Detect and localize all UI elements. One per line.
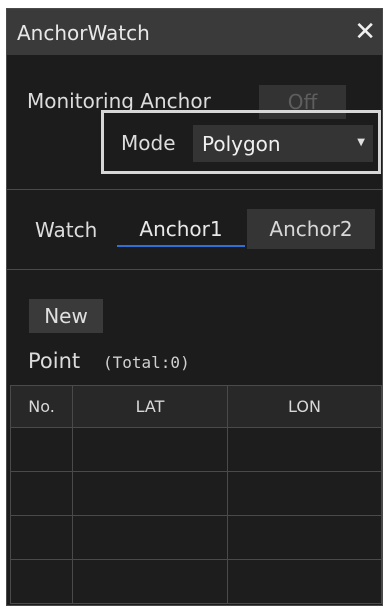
watch-label: Watch bbox=[35, 218, 98, 242]
new-point-button[interactable]: New bbox=[29, 299, 103, 333]
point-table: No. LAT LON bbox=[10, 385, 382, 604]
table-row[interactable] bbox=[10, 559, 382, 604]
table-row[interactable] bbox=[10, 515, 382, 560]
table-cell bbox=[72, 559, 228, 604]
table-cell bbox=[72, 515, 228, 560]
table-header-row: No. LAT LON bbox=[10, 385, 382, 428]
table-cell bbox=[227, 559, 382, 604]
table-cell bbox=[10, 427, 73, 472]
column-header-lon[interactable]: LON bbox=[227, 385, 382, 428]
table-row[interactable] bbox=[10, 427, 382, 472]
tab-anchor1-label: Anchor1 bbox=[139, 217, 223, 241]
point-label: Point bbox=[28, 349, 81, 373]
active-tab-indicator bbox=[117, 245, 245, 247]
point-total: (Total:0) bbox=[103, 353, 190, 372]
table-cell bbox=[227, 427, 382, 472]
mode-label: Mode bbox=[121, 131, 176, 155]
close-icon[interactable]: ✕ bbox=[354, 19, 376, 45]
column-header-no[interactable]: No. bbox=[10, 385, 73, 428]
chevron-down-icon: ▼ bbox=[357, 137, 365, 148]
tab-anchor2[interactable]: Anchor2 bbox=[247, 209, 375, 249]
table-cell bbox=[10, 471, 73, 516]
window-title: AnchorWatch bbox=[17, 21, 150, 45]
table-row[interactable] bbox=[10, 471, 382, 516]
title-bar[interactable]: AnchorWatch ✕ bbox=[7, 9, 382, 55]
mode-selected-value: Polygon bbox=[202, 132, 281, 156]
anchor-watch-panel: AnchorWatch ✕ Monitoring Anchor Off Mode… bbox=[6, 8, 383, 606]
table-cell bbox=[72, 471, 228, 516]
separator bbox=[7, 189, 382, 190]
tab-anchor1[interactable]: Anchor1 bbox=[117, 209, 245, 249]
table-cell bbox=[10, 515, 73, 560]
table-cell bbox=[10, 559, 73, 604]
column-header-lat[interactable]: LAT bbox=[72, 385, 228, 428]
table-cell bbox=[227, 515, 382, 560]
mode-select[interactable]: Polygon ▼ bbox=[193, 125, 373, 162]
table-cell bbox=[227, 471, 382, 516]
table-cell bbox=[72, 427, 228, 472]
separator bbox=[7, 269, 382, 270]
tab-anchor2-label: Anchor2 bbox=[269, 217, 353, 241]
